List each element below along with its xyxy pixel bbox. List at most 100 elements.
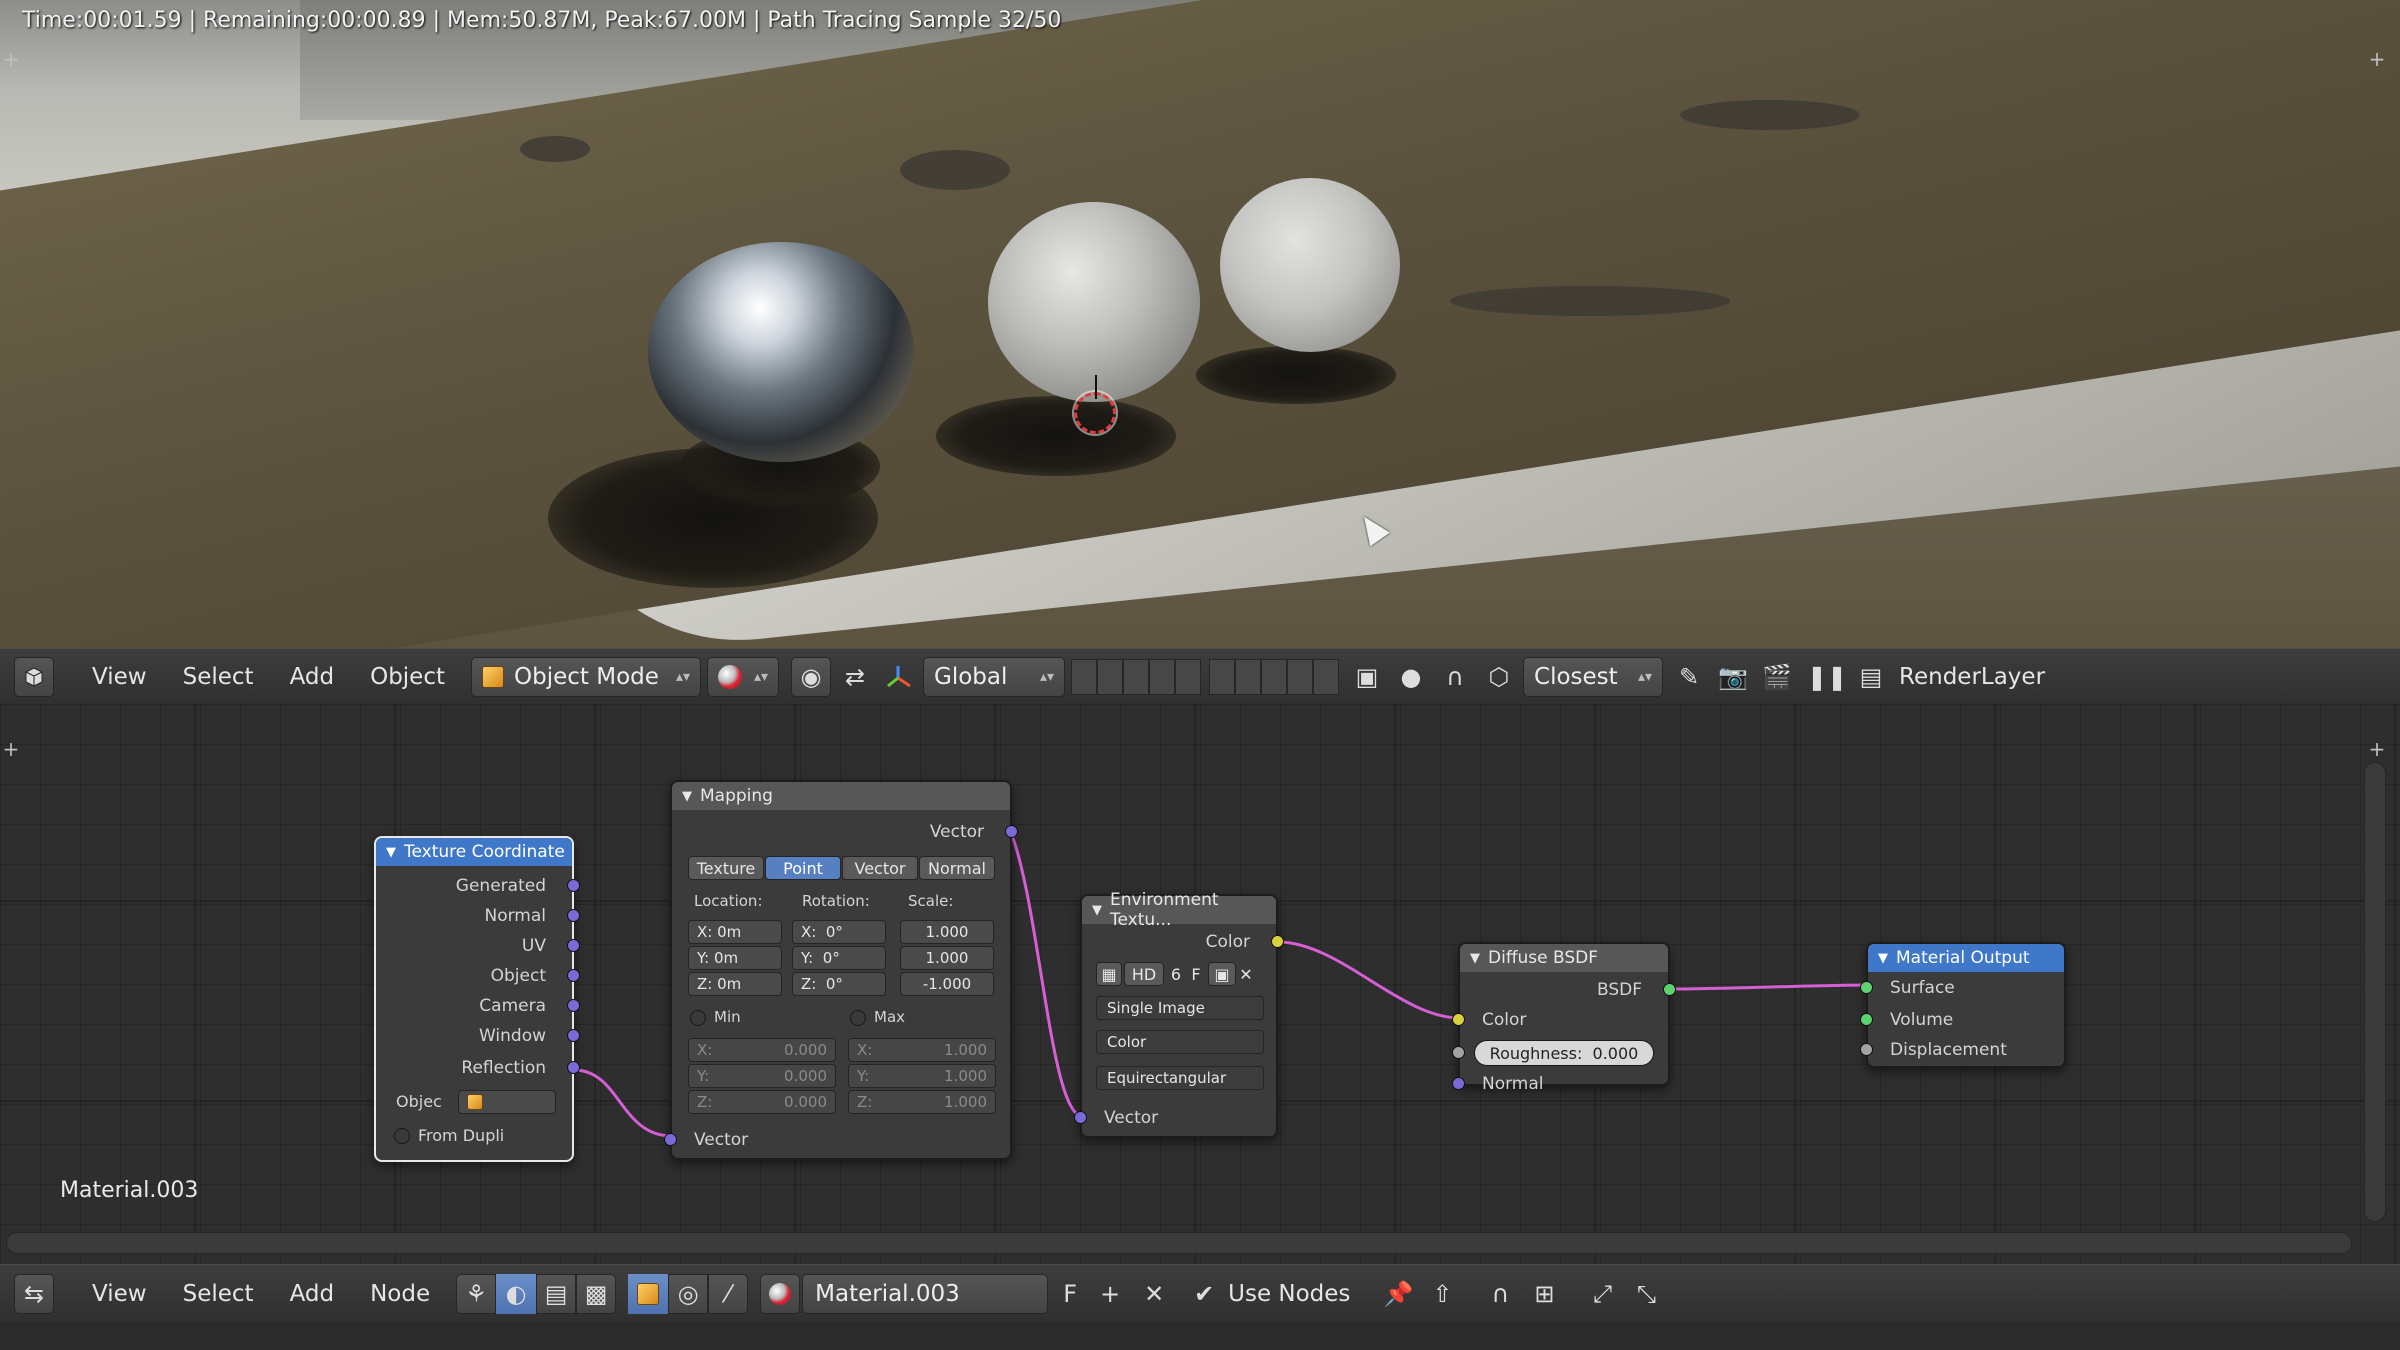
snap-magnet-icon[interactable]: ∩ — [1480, 1274, 1520, 1314]
render-layer-icon[interactable]: ▤ — [1851, 657, 1891, 697]
viewport-shading-dropdown[interactable]: ▴▾ — [707, 656, 780, 697]
render-still-icon[interactable]: 📷 — [1713, 657, 1753, 697]
rotation-z-field[interactable]: Z: 0° — [792, 972, 886, 996]
image-source-dropdown[interactable]: Single Image — [1096, 996, 1264, 1020]
collapse-triangle-icon[interactable]: ▼ — [1878, 951, 1888, 966]
snap-magnet-icon[interactable]: ∩ — [1435, 657, 1475, 697]
color-space-dropdown[interactable]: Color — [1096, 1030, 1264, 1054]
min-y-field[interactable]: Y: 0.000 — [688, 1064, 836, 1088]
image-fake-user-button[interactable]: F — [1186, 962, 1206, 986]
layer-buttons-group-2[interactable] — [1209, 658, 1340, 695]
menu-node[interactable]: Node — [352, 1274, 448, 1314]
mode-dropdown[interactable]: Object Mode ▴▾ — [471, 656, 702, 697]
glossy-sphere[interactable] — [988, 202, 1200, 402]
diffuse-bsdf-node[interactable]: ▼ Diffuse BSDF BSDF Color Roughness: 0.0… — [1452, 942, 1676, 1094]
3d-viewport[interactable]: Time:00:01.59 | Remaining:00:00.89 | Mem… — [0, 0, 2400, 648]
max-checkbox[interactable] — [850, 1010, 866, 1026]
socket-camera[interactable] — [567, 999, 580, 1012]
area-split-icon[interactable]: + — [2, 49, 20, 69]
checker-tree-type-icon[interactable]: ▩ — [576, 1273, 617, 1314]
menu-select[interactable]: Select — [165, 1274, 272, 1314]
node-editor[interactable]: + + ▼ Texture Coordinate Generated Norma… — [0, 704, 2400, 1264]
material-browse-icon[interactable] — [760, 1273, 801, 1314]
use-nodes-checkbox[interactable]: ✔ — [1184, 1274, 1224, 1314]
socket-window[interactable] — [567, 1029, 580, 1042]
roughness-slider[interactable]: Roughness: 0.000 — [1474, 1040, 1654, 1066]
linestyle-shader-type-icon[interactable]: ⁄ — [708, 1273, 749, 1314]
node-header[interactable]: ▼ Mapping — [672, 782, 1010, 810]
image-name-field[interactable]: HD — [1124, 962, 1164, 986]
max-x-field[interactable]: X: 1.000 — [848, 1038, 996, 1062]
socket-roughness-in[interactable] — [1452, 1046, 1465, 1059]
area-split-icon[interactable]: + — [2368, 49, 2386, 69]
tab-normal[interactable]: Normal — [919, 856, 995, 880]
image-browse-icon[interactable]: ▦ — [1096, 962, 1122, 986]
image-open-icon[interactable]: ▣ — [1208, 962, 1236, 986]
menu-object[interactable]: Object — [352, 657, 463, 697]
transform-orientation-dropdown[interactable]: Global ▴▾ — [923, 656, 1066, 697]
menu-add[interactable]: Add — [272, 657, 353, 697]
scale-y-field[interactable]: 1.000 — [900, 946, 994, 970]
min-checkbox[interactable] — [690, 1010, 706, 1026]
socket-vector-out[interactable] — [1005, 825, 1018, 838]
tab-point[interactable]: Point — [765, 856, 841, 880]
shader-tree-type-icon[interactable]: ⚘ — [456, 1273, 497, 1314]
object-field[interactable] — [458, 1090, 556, 1114]
go-to-parent-icon[interactable]: ⇧ — [1422, 1274, 1462, 1314]
material-new-icon[interactable]: + — [1090, 1274, 1130, 1314]
texture-tree-type-icon[interactable]: ◐ — [496, 1273, 537, 1314]
socket-reflection[interactable] — [567, 1061, 580, 1074]
scale-x-field[interactable]: 1.000 — [900, 920, 994, 944]
vertical-scrollbar[interactable] — [2364, 762, 2386, 1222]
socket-object[interactable] — [567, 969, 580, 982]
area-split-icon[interactable]: + — [2368, 739, 2386, 759]
chrome-sphere[interactable] — [648, 242, 914, 462]
socket-bsdf-out[interactable] — [1663, 983, 1676, 996]
manipulator-toggle-icon[interactable]: ⇄ — [835, 657, 875, 697]
node-header[interactable]: ▼ Environment Textu... — [1082, 890, 1276, 930]
horizontal-scrollbar[interactable] — [6, 1232, 2352, 1254]
area-split-icon[interactable]: + — [2, 739, 20, 759]
tab-vector[interactable]: Vector — [842, 856, 918, 880]
location-y-field[interactable]: Y: 0m — [688, 946, 782, 970]
layer-buttons-group-1[interactable] — [1071, 658, 1202, 695]
socket-normal-in[interactable] — [1452, 1077, 1465, 1090]
copy-nodes-icon[interactable]: ⤢ — [1582, 1274, 1622, 1314]
min-x-field[interactable]: X: 0.000 — [688, 1038, 836, 1062]
node-header[interactable]: ▼ Diffuse BSDF — [1460, 944, 1668, 972]
snap-node-grid-icon[interactable]: ⊞ — [1524, 1274, 1564, 1314]
environment-texture-node[interactable]: ▼ Environment Textu... Color ▦ HD 6 F ▣ … — [1074, 890, 1284, 1138]
pivot-point-icon[interactable]: ◉ — [791, 656, 832, 697]
max-z-field[interactable]: Z: 1.000 — [848, 1090, 996, 1114]
diffuse-sphere[interactable] — [1220, 178, 1400, 352]
location-z-field[interactable]: Z: 0m — [688, 972, 782, 996]
socket-vector-in[interactable] — [1074, 1111, 1087, 1124]
collapse-triangle-icon[interactable]: ▼ — [1092, 903, 1102, 918]
mapping-node[interactable]: ▼ Mapping Vector Texture Point Vector No… — [664, 780, 1018, 1160]
menu-select[interactable]: Select — [165, 657, 272, 697]
socket-normal[interactable] — [567, 909, 580, 922]
snap-target-dropdown[interactable]: Closest ▴▾ — [1523, 656, 1664, 697]
editor-type-3d-view-icon[interactable] — [14, 656, 54, 697]
from-dupli-checkbox[interactable] — [394, 1128, 410, 1144]
socket-vector-in[interactable] — [664, 1133, 677, 1146]
socket-color-in[interactable] — [1452, 1013, 1465, 1026]
tab-texture[interactable]: Texture — [688, 856, 764, 880]
material-fake-user-button[interactable]: F — [1054, 1274, 1086, 1314]
render-animation-icon[interactable]: 🎬 — [1757, 657, 1797, 697]
node-header[interactable]: ▼ Texture Coordinate — [376, 838, 572, 866]
projection-dropdown[interactable]: Equirectangular — [1096, 1066, 1264, 1090]
3d-cursor-icon[interactable] — [1074, 375, 1116, 434]
rotation-x-field[interactable]: X: 0° — [792, 920, 886, 944]
socket-color-out[interactable] — [1271, 935, 1284, 948]
socket-generated[interactable] — [567, 879, 580, 892]
object-shader-type-icon[interactable] — [628, 1273, 669, 1314]
rotation-y-field[interactable]: Y: 0° — [792, 946, 886, 970]
pin-icon[interactable]: 📌 — [1378, 1274, 1418, 1314]
texture-coordinate-node[interactable]: ▼ Texture Coordinate Generated Normal UV… — [374, 836, 580, 1162]
pause-render-icon[interactable]: ❚❚ — [1807, 657, 1847, 697]
menu-view[interactable]: View — [74, 657, 165, 697]
editor-type-node-editor-icon[interactable]: ⇆ — [14, 1273, 54, 1314]
material-output-node[interactable]: ▼ Material Output Surface Volume Displac… — [1860, 942, 2066, 1068]
scale-z-field[interactable]: -1.000 — [900, 972, 994, 996]
